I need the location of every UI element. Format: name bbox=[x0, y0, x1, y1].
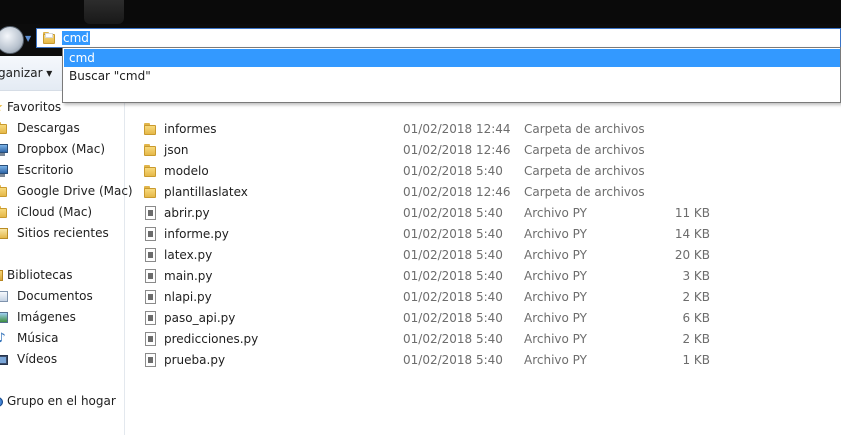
file-row[interactable]: json 01/02/2018 12:46 Carpeta de archivo… bbox=[126, 140, 841, 161]
python-file-icon bbox=[143, 227, 158, 242]
file-size: 2 KB bbox=[682, 290, 710, 304]
file-row[interactable]: nlapi.py 01/02/2018 5:40 Archivo PY 2 KB bbox=[126, 287, 841, 308]
recent-pages-dropdown-icon[interactable]: ▼ bbox=[25, 34, 35, 44]
file-type: Carpeta de archivos bbox=[524, 185, 645, 199]
file-date: 01/02/2018 5:40 bbox=[403, 311, 503, 325]
file-row[interactable]: main.py 01/02/2018 5:40 Archivo PY 3 KB bbox=[126, 266, 841, 287]
organize-button[interactable]: ganizar ▾ bbox=[0, 65, 52, 81]
file-row[interactable]: prueba.py 01/02/2018 5:40 Archivo PY 1 K… bbox=[126, 350, 841, 371]
file-row[interactable]: plantillaslatex 01/02/2018 12:46 Carpeta… bbox=[126, 182, 841, 203]
homegroup-icon bbox=[0, 394, 5, 409]
file-name: abrir.py bbox=[164, 206, 210, 220]
python-file-icon bbox=[143, 290, 158, 305]
file-name: json bbox=[164, 143, 189, 157]
folder-icon bbox=[143, 122, 158, 137]
file-name: informes bbox=[164, 122, 217, 136]
file-date: 01/02/2018 5:40 bbox=[403, 353, 503, 367]
file-type: Carpeta de archivos bbox=[524, 122, 645, 136]
file-name: main.py bbox=[164, 269, 213, 283]
address-bar-text[interactable]: cmd bbox=[62, 31, 90, 45]
file-type: Archivo PY bbox=[524, 227, 587, 241]
python-file-icon bbox=[143, 269, 158, 284]
file-type: Archivo PY bbox=[524, 311, 587, 325]
file-name: latex.py bbox=[164, 248, 213, 262]
file-name: paso_api.py bbox=[164, 311, 236, 325]
file-date: 01/02/2018 5:40 bbox=[403, 164, 503, 178]
file-type: Archivo PY bbox=[524, 269, 587, 283]
file-date: 01/02/2018 5:40 bbox=[403, 269, 503, 283]
folder-icon bbox=[143, 143, 158, 158]
pictures-icon bbox=[0, 310, 9, 325]
file-type: Carpeta de archivos bbox=[524, 143, 645, 157]
file-date: 01/02/2018 5:40 bbox=[403, 290, 503, 304]
address-autocomplete-dropdown: cmd Buscar "cmd" bbox=[62, 47, 841, 103]
file-date: 01/02/2018 12:46 bbox=[403, 143, 511, 157]
libraries-icon bbox=[0, 268, 5, 283]
file-size: 3 KB bbox=[682, 269, 710, 283]
file-name: prueba.py bbox=[164, 353, 226, 367]
file-size: 14 KB bbox=[674, 227, 710, 241]
file-type: Archivo PY bbox=[524, 290, 587, 304]
file-size: 11 KB bbox=[674, 206, 710, 220]
file-row[interactable]: predicciones.py 01/02/2018 5:40 Archivo … bbox=[126, 329, 841, 350]
music-icon: ♪ bbox=[0, 331, 6, 346]
file-row[interactable]: modelo 01/02/2018 5:40 Carpeta de archiv… bbox=[126, 161, 841, 182]
file-list: informes 01/02/2018 12:44 Carpeta de arc… bbox=[126, 111, 841, 435]
python-file-icon bbox=[143, 332, 158, 347]
recent-places-icon bbox=[0, 226, 9, 241]
file-row[interactable]: informes 01/02/2018 12:44 Carpeta de arc… bbox=[126, 119, 841, 140]
file-size: 6 KB bbox=[682, 311, 710, 325]
star-icon: ★ bbox=[0, 100, 5, 115]
file-date: 01/02/2018 5:40 bbox=[403, 206, 503, 220]
python-file-icon bbox=[143, 353, 158, 368]
file-date: 01/02/2018 5:40 bbox=[403, 332, 503, 346]
window-titlebar bbox=[0, 0, 841, 26]
file-name: predicciones.py bbox=[164, 332, 259, 346]
desktop-icon bbox=[0, 163, 9, 178]
file-row[interactable]: abrir.py 01/02/2018 5:40 Archivo PY 11 K… bbox=[126, 203, 841, 224]
folder-icon bbox=[143, 185, 158, 200]
python-file-icon bbox=[143, 311, 158, 326]
folder-icon bbox=[42, 31, 56, 45]
file-type: Archivo PY bbox=[524, 353, 587, 367]
file-date: 01/02/2018 5:40 bbox=[403, 248, 503, 262]
file-name: modelo bbox=[164, 164, 209, 178]
file-date: 01/02/2018 5:40 bbox=[403, 227, 503, 241]
address-bar[interactable]: cmd bbox=[36, 28, 841, 48]
file-name: plantillaslatex bbox=[164, 185, 248, 199]
python-file-icon bbox=[143, 248, 158, 263]
documents-icon bbox=[0, 289, 9, 304]
autocomplete-item-search[interactable]: Buscar "cmd" bbox=[64, 67, 840, 85]
file-size: 1 KB bbox=[682, 353, 710, 367]
file-name: nlapi.py bbox=[164, 290, 212, 304]
videos-icon bbox=[0, 352, 9, 367]
file-row[interactable]: paso_api.py 01/02/2018 5:40 Archivo PY 6… bbox=[126, 308, 841, 329]
file-size: 20 KB bbox=[674, 248, 710, 262]
file-type: Archivo PY bbox=[524, 248, 587, 262]
file-name: informe.py bbox=[164, 227, 229, 241]
python-file-icon bbox=[143, 206, 158, 221]
folder-icon bbox=[143, 164, 158, 179]
file-date: 01/02/2018 12:44 bbox=[403, 122, 511, 136]
navigation-pane: ★ Favoritos Descargas Dropbox (Mac) Escr… bbox=[0, 91, 133, 435]
desktop-icon bbox=[0, 142, 9, 157]
file-date: 01/02/2018 12:46 bbox=[403, 185, 511, 199]
autocomplete-item-cmd[interactable]: cmd bbox=[64, 49, 840, 67]
file-row[interactable]: latex.py 01/02/2018 5:40 Archivo PY 20 K… bbox=[126, 245, 841, 266]
file-row[interactable]: informe.py 01/02/2018 5:40 Archivo PY 14… bbox=[126, 224, 841, 245]
file-type: Carpeta de archivos bbox=[524, 164, 645, 178]
file-type: Archivo PY bbox=[524, 332, 587, 346]
titlebar-glow bbox=[84, 0, 124, 24]
file-size: 2 KB bbox=[682, 332, 710, 346]
file-type: Archivo PY bbox=[524, 206, 587, 220]
